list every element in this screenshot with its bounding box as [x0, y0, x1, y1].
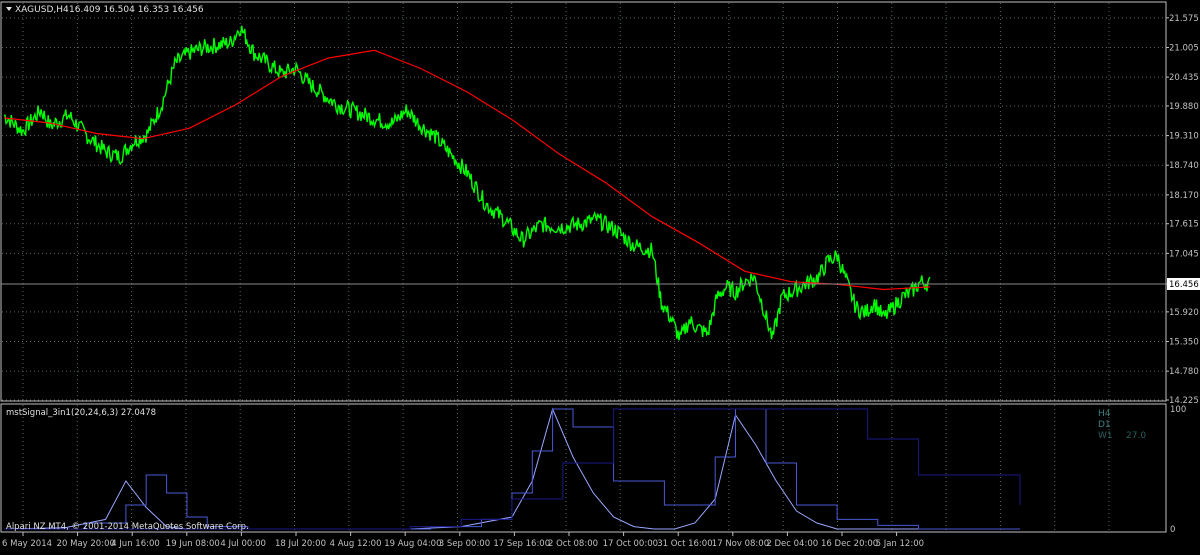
current-price-label: 16.456: [1169, 280, 1199, 290]
indicator-label-w1: W1: [1098, 431, 1113, 441]
y-tick-label: 15.350: [1169, 338, 1199, 348]
x-tick-label: 16 Dec 20:00: [821, 539, 878, 549]
x-tick-label: 20 May 20:00: [57, 539, 115, 549]
x-tick-label: 18 Jul 20:00: [275, 539, 326, 549]
y-tick-label: 14.780: [1169, 367, 1199, 377]
x-tick-label: 3 Sep 00:00: [439, 539, 490, 549]
x-tick-label: 19 Aug 04:00: [384, 539, 441, 549]
y-tick-label: 19.310: [1169, 132, 1199, 142]
x-tick-label: 17 Oct 00:00: [603, 539, 658, 549]
indicator-label-value: 27.0: [1126, 431, 1146, 441]
chart-window[interactable]: 21.575 21.005 20.435 19.880 19.310 18.740 18.1…: [0, 0, 1200, 551]
symbol-label: XAGUSD,H4: [15, 5, 69, 15]
chart-header: XAGUSD,H4 16.409 16.504 16.353 16.456: [6, 5, 204, 15]
y-tick-label: 17.045: [1169, 249, 1199, 259]
y-tick-label: 21.575: [1169, 14, 1199, 24]
indicator-title: mstSignal_3in1(20,24,6,3) 27.0478: [6, 408, 156, 418]
x-tick-label: 6 May 2014: [2, 539, 52, 549]
x-tick-label: 4 Aug 12:00: [330, 539, 382, 549]
x-tick-label: 19 Jun 08:00: [166, 539, 220, 549]
copyright-label: Alpari NZ MT4, © 2001-2014 MetaQuotes So…: [6, 522, 249, 532]
ohlc-label: 16.409 16.504 16.353 16.456: [69, 5, 204, 15]
x-tick-label: 5 Jan 12:00: [876, 539, 924, 549]
x-tick-label: 4 Jun 16:00: [111, 539, 160, 549]
y-tick-label: 18.170: [1169, 191, 1199, 201]
chart-background: [0, 0, 1200, 551]
x-tick-label: 2 Dec 04:00: [766, 539, 818, 549]
y-tick-label: 19.880: [1169, 102, 1199, 112]
y-tick-label: 21.005: [1169, 43, 1199, 53]
x-tick-label: 4 Jul 00:00: [220, 539, 266, 549]
indicator-label-d1: D1: [1098, 420, 1111, 430]
y-tick-label: 20.435: [1169, 73, 1199, 83]
chart-canvas[interactable]: 21.575 21.005 20.435 19.880 19.310 18.740 18.1…: [0, 0, 1200, 551]
indicator-label-h4: H4: [1098, 409, 1111, 419]
y-tick-label: 15.920: [1169, 308, 1199, 318]
y-tick-label: 17.615: [1169, 220, 1199, 230]
x-tick-label: 17 Sep 16:00: [493, 539, 550, 549]
indicator-y-tick-label: 100: [1170, 405, 1186, 415]
indicator-y-tick-label: 0: [1170, 525, 1175, 535]
y-tick-label: 18.740: [1169, 161, 1199, 171]
x-tick-label: 17 Nov 08:00: [712, 539, 769, 549]
x-tick-label: 2 Oct 08:00: [548, 539, 598, 549]
x-tick-label: 31 Oct 16:00: [657, 539, 712, 549]
